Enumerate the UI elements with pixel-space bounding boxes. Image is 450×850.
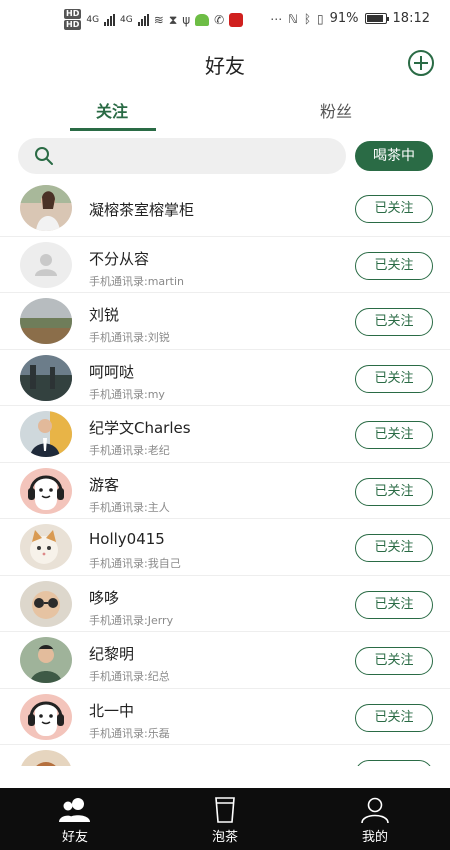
avatar[interactable] xyxy=(20,693,72,740)
contact-note: 手机通讯录:Jerry xyxy=(89,613,174,627)
more-icon: ⋯ xyxy=(270,11,283,26)
avatar[interactable] xyxy=(20,637,72,683)
friend-name: 刘锐 xyxy=(89,306,120,324)
bluetooth-icon: ᛒ xyxy=(303,11,312,26)
contact-note: 手机通讯录:我自己 xyxy=(89,557,181,570)
hd-top-label: HD xyxy=(64,9,82,19)
followed-button[interactable]: 已关注 xyxy=(355,251,433,280)
contact-note: 手机通讯录:主人 xyxy=(89,500,170,514)
nav-tea[interactable]: 泡茶 xyxy=(150,788,300,850)
signal-icon-2 xyxy=(137,14,149,26)
followed-button[interactable]: 已关注 xyxy=(355,534,433,562)
avatar[interactable] xyxy=(20,467,72,514)
friend-row[interactable]: 纪黎明手机通讯录:纪总 已关注 xyxy=(0,632,450,689)
friend-name: 纪黎明 xyxy=(89,645,135,663)
bottom-nav: 好友 泡茶 我的 xyxy=(0,788,450,850)
followed-button[interactable]: 已关注 xyxy=(355,590,433,619)
status-left: HD HD 4G 4G ≋ ⧗ ψ ✆ xyxy=(64,9,244,31)
followed-button[interactable]: 已关注 xyxy=(355,364,433,393)
tab-indicator xyxy=(70,128,156,131)
avatar[interactable] xyxy=(20,185,72,231)
network-type-1: 4G xyxy=(86,15,100,25)
friend-row[interactable]: 哆哆手机通讯录:Jerry 已关注 xyxy=(0,576,450,632)
clock: 18:12 xyxy=(392,11,430,26)
add-friend-button[interactable] xyxy=(408,50,434,76)
hourglass-icon: ⧗ xyxy=(168,12,178,27)
friend-name: 北一中 xyxy=(89,701,135,720)
avatar[interactable] xyxy=(20,524,72,570)
page-title: 好友 xyxy=(205,54,245,78)
friends-icon xyxy=(59,798,90,822)
nfc-icon: ℕ xyxy=(288,11,298,26)
battery-percent: 91% xyxy=(329,11,359,26)
contact-note: 手机通讯录:my xyxy=(89,387,165,401)
contact-note: 手机通讯录:老纪 xyxy=(89,444,170,457)
usb-icon: ψ xyxy=(182,13,191,27)
search-icon xyxy=(35,147,53,165)
drinking-tea-button[interactable]: 喝茶中 xyxy=(355,141,433,171)
followed-button[interactable]: 已关注 xyxy=(355,703,433,732)
friend-row[interactable]: P P 已关注 xyxy=(0,745,450,766)
followed-button[interactable]: 已关注 xyxy=(355,421,433,449)
friend-name: P P xyxy=(89,764,112,766)
friend-name: 凝榕茶室榕掌柜 xyxy=(89,201,195,219)
avatar[interactable] xyxy=(20,580,72,627)
avatar[interactable] xyxy=(20,241,72,288)
friend-name: 呵呵哒 xyxy=(89,362,135,381)
avatar[interactable] xyxy=(20,411,72,457)
wifi-icon: ≋ xyxy=(153,13,164,27)
signal-icon xyxy=(104,14,116,26)
avatar[interactable] xyxy=(20,354,72,401)
tab-following[interactable]: 关注 xyxy=(96,98,128,122)
tab-bar: 关注 粉丝 xyxy=(0,92,450,134)
nav-me-label: 我的 xyxy=(361,830,388,845)
friend-list: 凝榕茶室榕掌柜 已关注 不分从容 手机通讯录:martin 已关注 刘锐 手机通讯录:刘锐已… xyxy=(0,180,450,766)
tea-cup-icon xyxy=(215,797,235,823)
nav-me[interactable]: 我的 xyxy=(300,788,450,850)
nav-friends-label: 好友 xyxy=(61,830,88,845)
friend-row[interactable]: 纪学文Charles 手机通讯录:老纪 已关注 xyxy=(0,406,450,463)
followed-button[interactable]: 已关注 xyxy=(355,308,433,336)
followed-button[interactable]: 已关注 xyxy=(355,647,433,675)
followed-button[interactable]: 已关注 xyxy=(355,195,433,223)
status-right: ⋯ ℕ ᛒ ▯ 91% 18:12 xyxy=(270,11,430,26)
call-icon: ✆ xyxy=(214,13,225,27)
status-bar: HD HD 4G 4G ≋ ⧗ ψ ✆ ⋯ ℕ ᛒ ▯ 91% 18:12 xyxy=(0,0,450,40)
friend-row[interactable]: 北一中手机通讯录:乐磊 已关注 xyxy=(0,689,450,745)
android-icon xyxy=(195,14,210,26)
friend-name: 纪学文Charles xyxy=(89,419,191,437)
followed-button[interactable]: 已关注 xyxy=(355,760,433,766)
contact-note: 手机通讯录:乐磊 xyxy=(89,726,170,740)
avatar[interactable] xyxy=(20,298,72,344)
friend-row[interactable]: 游客手机通讯录:主人 已关注 xyxy=(0,463,450,519)
search-input[interactable] xyxy=(18,138,346,174)
hd-indicator: HD HD xyxy=(64,9,82,31)
hd-bottom-label: HD xyxy=(64,20,82,30)
friend-row[interactable]: 凝榕茶室榕掌柜 已关注 xyxy=(0,180,450,237)
tab-fans[interactable]: 粉丝 xyxy=(320,98,352,122)
network-type-2: 4G xyxy=(120,15,133,25)
followed-button[interactable]: 已关注 xyxy=(355,477,433,506)
contact-note: 手机通讯录:纪总 xyxy=(89,670,170,683)
header: 好友 xyxy=(0,40,450,88)
profile-icon xyxy=(361,797,389,824)
contact-note: 手机通讯录:martin xyxy=(89,274,185,288)
friend-row[interactable]: 不分从容手机通讯录:martin 已关注 xyxy=(0,237,450,293)
battery-fill xyxy=(366,15,383,22)
friend-row[interactable]: 呵呵哒手机通讯录:my 已关注 xyxy=(0,350,450,406)
friend-name: 游客 xyxy=(89,475,120,494)
friend-row[interactable]: Holly0415 手机通讯录:我自己 已关注 xyxy=(0,519,450,576)
avatar[interactable] xyxy=(20,750,72,766)
friend-row[interactable]: 刘锐手机通讯录:刘锐 已关注 xyxy=(0,293,450,350)
contact-note: 手机通讯录:刘锐 xyxy=(89,331,170,344)
nav-tea-label: 泡茶 xyxy=(211,830,238,845)
nav-friends[interactable]: 好友 xyxy=(0,788,150,850)
friend-name: 哆哆 xyxy=(89,588,120,607)
battery-icon xyxy=(364,13,389,24)
vibrate-icon: ▯ xyxy=(317,11,324,26)
recording-icon xyxy=(229,13,244,27)
friend-name: 不分从容 xyxy=(89,249,150,268)
friend-name: Holly0415 xyxy=(89,530,165,548)
